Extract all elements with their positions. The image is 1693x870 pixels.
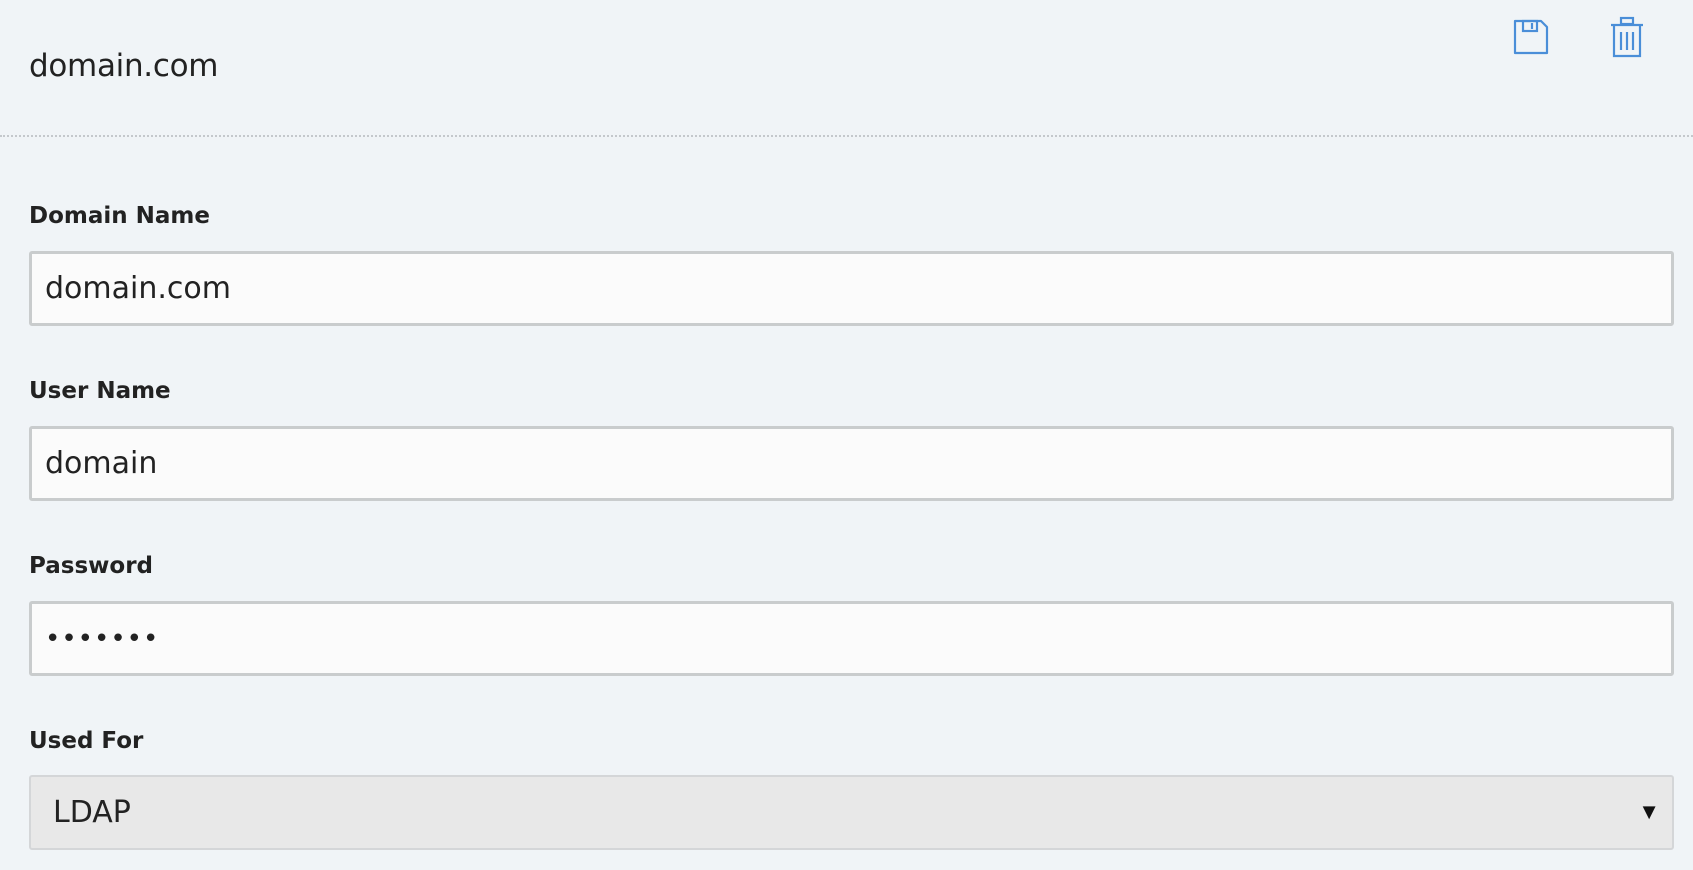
used-for-label: Used For (29, 728, 144, 754)
chevron-down-icon: ▼ (1638, 799, 1660, 824)
domain-name-label: Domain Name (29, 203, 210, 229)
used-for-selected-value: LDAP (53, 795, 131, 830)
save-button[interactable] (1509, 12, 1553, 62)
domain-name-input[interactable] (29, 251, 1674, 326)
user-name-input[interactable] (29, 426, 1674, 501)
password-label: Password (29, 553, 153, 579)
save-icon (1513, 19, 1549, 55)
used-for-select[interactable]: LDAP ▼ (29, 775, 1674, 850)
page-header: domain.com (0, 0, 1693, 137)
trash-icon (1611, 16, 1643, 58)
password-input[interactable] (29, 601, 1674, 676)
user-name-label: User Name (29, 378, 171, 404)
delete-button[interactable] (1605, 12, 1649, 62)
page-title: domain.com (29, 48, 219, 84)
